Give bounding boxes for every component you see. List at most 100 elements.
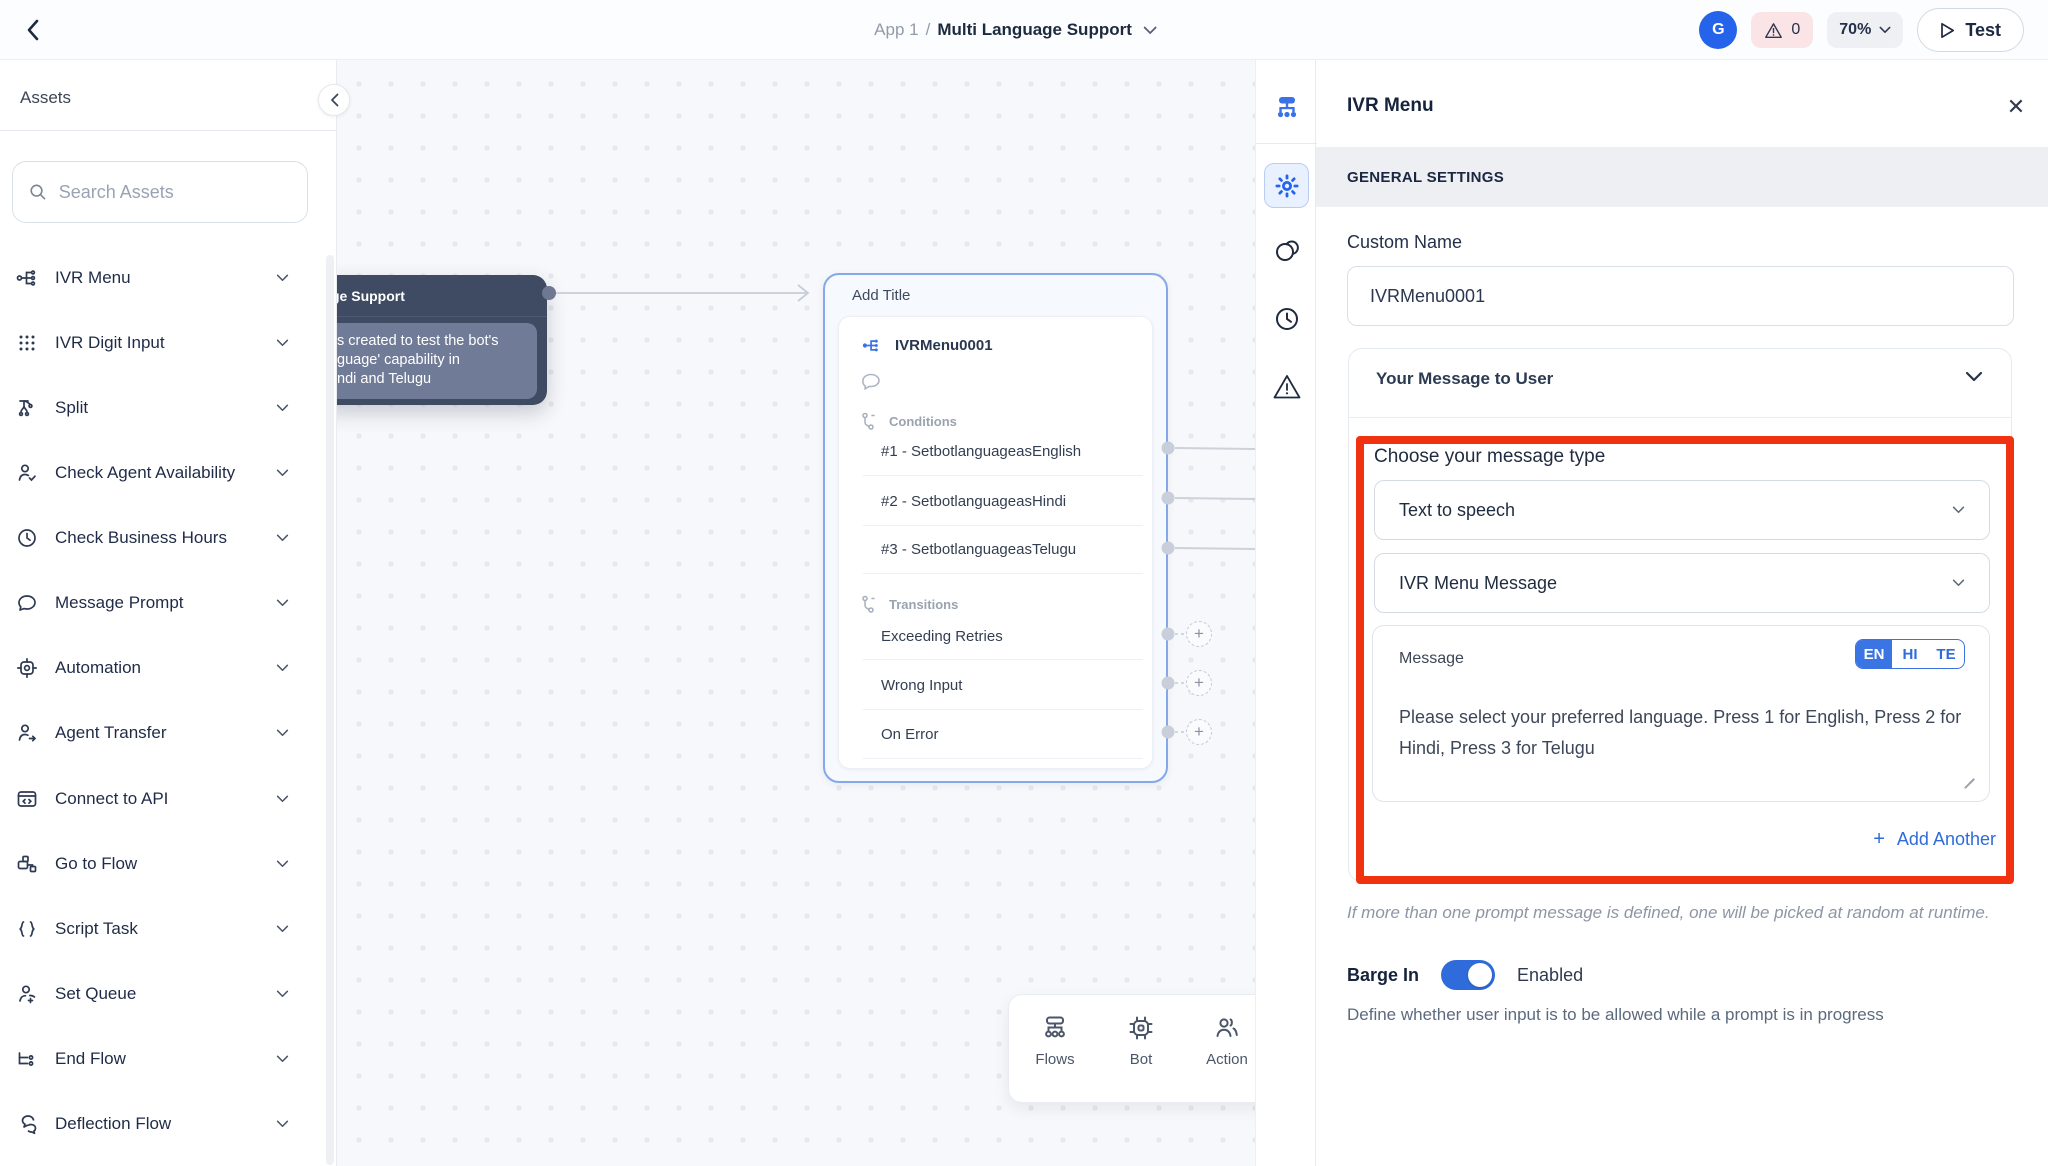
chevron-down-icon [276,339,289,347]
transition-row[interactable]: Exceeding Retries [881,628,1003,645]
flow-map-icon[interactable] [1256,92,1317,122]
add-another-label: Add Another [1897,829,1996,850]
avatar[interactable]: G [1699,11,1737,49]
breadcrumb[interactable]: App 1 / Multi Language Support [874,0,1157,60]
test-button[interactable]: Test [1917,8,2024,52]
warning-count: 0 [1791,21,1800,39]
barge-in-state: Enabled [1517,965,1583,986]
condition-row[interactable]: #3 - SetbotlanguageasTelugu [881,541,1076,558]
back-chevron-icon [25,18,40,42]
comment-bubble-icon[interactable] [861,373,881,391]
warning-triangle-icon[interactable] [1256,373,1317,400]
message-subtype-select[interactable]: IVR Menu Message [1374,553,1990,613]
node-title[interactable]: Add Title [852,287,910,304]
sidebar-item-connect-to-api[interactable]: Connect to API [0,775,337,823]
breadcrumb-separator: / [926,20,931,40]
toolbar-bot[interactable]: Bot [1109,1013,1173,1102]
history-clock-icon[interactable] [1256,305,1317,333]
flow-canvas[interactable]: ge Support s created to test the bot's g… [337,60,1255,1166]
close-icon[interactable]: ✕ [2002,93,2030,121]
barge-in-label: Barge In [1347,965,1419,986]
panel-title: IVR Menu [1347,95,1434,117]
ivr-menu-node[interactable]: Add Title IVRMenu0001 Conditions #1 - Se… [823,273,1168,783]
add-transition-target-button[interactable]: + [1186,621,1212,647]
toolbar-label: Action [1206,1051,1248,1068]
language-tabs: EN HI TE [1855,639,1965,669]
toolbar-label: Flows [1035,1051,1074,1068]
language-tab-en[interactable]: EN [1856,640,1892,668]
message-label: Message [1399,650,1464,668]
language-tab-te[interactable]: TE [1928,640,1964,668]
sidebar-item-go-to-flow[interactable]: Go to Flow [0,840,337,888]
divider [863,659,1143,660]
sidebar-item-end-flow[interactable]: End Flow [0,1035,337,1083]
sidebar-item-label: IVR Digit Input [55,333,165,353]
condition-row[interactable]: #2 - SetbotlanguageasHindi [881,493,1066,510]
chevron-down-icon [276,274,289,282]
add-another-button[interactable]: + Add Another [1873,828,1996,851]
sidebar-collapse-button[interactable] [318,84,350,116]
transitions-section-header: Transitions [861,595,958,613]
sidebar-item-script-task[interactable]: Script Task [0,905,337,953]
divider [863,573,1143,574]
barge-in-toggle[interactable] [1441,960,1495,990]
chevron-down-icon [276,795,289,803]
resize-handle-icon[interactable] [1963,775,1975,787]
sidebar-item-agent-transfer[interactable]: Agent Transfer [0,709,337,757]
chevron-down-icon [276,860,289,868]
search-input[interactable] [59,182,291,203]
sidebar-item-check-agent-availability[interactable]: Check Agent Availability [0,449,337,497]
zoom-level-dropdown[interactable]: 70% [1827,12,1903,48]
message-type-select[interactable]: Text to speech [1374,480,1990,540]
sidebar-item-message-prompt[interactable]: Message Prompt [0,579,337,627]
divider [863,475,1143,476]
branch-icon [861,595,877,613]
warnings-badge[interactable]: 0 [1751,12,1813,48]
sidebar-item-label: Message Prompt [55,593,184,613]
barge-in-row: Barge In Enabled [1347,958,1583,992]
add-transition-target-button[interactable]: + [1186,670,1212,696]
section-header: GENERAL SETTINGS [1316,147,2048,207]
sidebar-item-label: Split [55,398,88,418]
set-queue-icon [14,981,40,1007]
node-settings-panel: IVR Menu ✕ GENERAL SETTINGS Custom Name … [1316,60,2048,1166]
sidebar-item-label: Script Task [55,919,138,939]
ivr-menu-icon [861,335,882,356]
transition-row[interactable]: Wrong Input [881,677,962,694]
sidebar-item-split[interactable]: Split [0,384,337,432]
chevron-down-icon [276,1120,289,1128]
digit-input-icon [14,330,40,356]
condition-row[interactable]: #1 - SetbotlanguageasEnglish [881,443,1081,460]
settings-gear-icon[interactable] [1264,163,1309,208]
sidebar-item-label: Check Agent Availability [55,463,235,483]
note-node-title: ge Support [337,288,405,304]
branch-icon [861,412,877,430]
custom-name-input[interactable] [1347,266,2014,326]
sidebar-item-check-business-hours[interactable]: Check Business Hours [0,514,337,562]
toolbar-flows[interactable]: Flows [1023,1013,1087,1102]
loop-icon[interactable] [1256,236,1317,266]
message-type-value: Text to speech [1399,500,1515,521]
sidebar-item-automation[interactable]: Automation [0,644,337,692]
sidebar-item-ivr-digit-input[interactable]: IVR Digit Input [0,319,337,367]
chevron-down-icon [276,599,289,607]
add-transition-target-button[interactable]: + [1186,719,1212,745]
language-tab-hi[interactable]: HI [1892,640,1928,668]
sidebar-item-set-queue[interactable]: Set Queue [0,970,337,1018]
custom-name-label: Custom Name [1347,232,1462,253]
transition-row[interactable]: On Error [881,726,939,743]
sidebar-item-deflection-flow[interactable]: Deflection Flow [0,1100,337,1148]
chevron-down-icon[interactable] [1965,371,1983,382]
chevron-left-icon [330,93,339,107]
message-textarea[interactable]: Please select your preferred language. P… [1399,702,1965,786]
split-icon [14,395,40,421]
note-node[interactable]: ge Support s created to test the bot's g… [337,275,547,405]
sidebar-scrollbar[interactable] [326,255,334,1165]
sidebar-item-ivr-menu[interactable]: IVR Menu [0,254,337,302]
random-prompt-note: If more than one prompt message is defin… [1347,903,1990,923]
toolbar-action[interactable]: Action [1195,1013,1255,1102]
back-button[interactable] [16,14,48,46]
note-node-body: s created to test the bot's guage' capab… [337,323,537,399]
warning-triangle-icon [1764,22,1783,39]
action-icon [1212,1013,1242,1043]
